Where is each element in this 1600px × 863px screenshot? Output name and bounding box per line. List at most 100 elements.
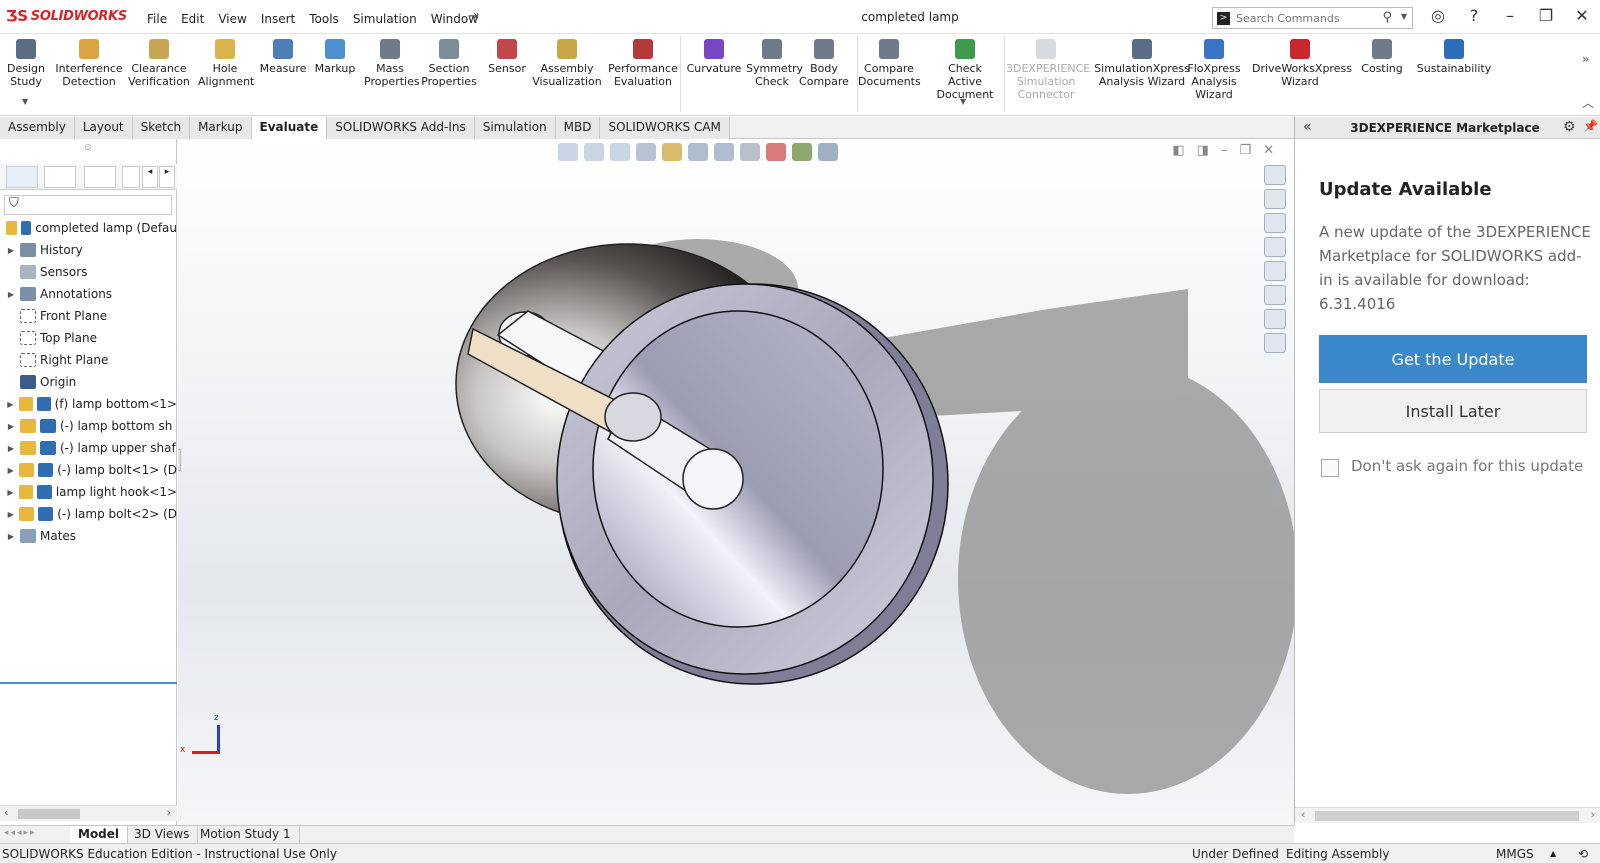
simxpress-button[interactable]: SimulationXpress Analysis Wizard	[1094, 39, 1190, 88]
expand-arrow-icon[interactable]: ▶	[6, 422, 16, 431]
restore-button[interactable]: ❐	[1534, 6, 1558, 25]
clearance-button[interactable]: Clearance Verification	[126, 39, 192, 88]
close-button[interactable]: ✕	[1570, 6, 1594, 25]
expand-arrow-icon[interactable]: ▶	[6, 246, 16, 255]
tab-assembly[interactable]: Assembly	[0, 117, 75, 139]
tree-item[interactable]: Front Plane	[0, 305, 177, 327]
assembly-visualization-button[interactable]: Assembly Visualization	[530, 39, 604, 88]
sustainability-button[interactable]: Sustainability	[1416, 39, 1492, 75]
tab-sketch[interactable]: Sketch	[132, 117, 191, 139]
tree-item[interactable]: ▶ lamp light hook<1>	[0, 481, 177, 503]
tree-item[interactable]: Top Plane	[0, 327, 177, 349]
symmetry-button[interactable]: Symmetry Check	[746, 39, 803, 88]
tree-item[interactable]: Sensors	[0, 261, 177, 283]
design-study-dropdown-icon[interactable]: ▼	[22, 97, 28, 106]
tab-evaluate[interactable]: Evaluate	[251, 117, 328, 139]
collapse-pane-icon[interactable]: «	[1303, 119, 1312, 135]
floxpress-button[interactable]: FloXpress Analysis Wizard	[1186, 39, 1242, 101]
hole-alignment-button[interactable]: Hole Alignment	[198, 39, 254, 88]
get-update-button[interactable]: Get the Update	[1319, 335, 1587, 383]
scroll-right-icon[interactable]: ›	[167, 806, 171, 819]
graphics-area[interactable]: ◧ ◨ – ❐ ✕ z x	[178, 139, 1294, 825]
rebuild-status-icon[interactable]: ⟲	[1578, 847, 1588, 861]
tab-markup[interactable]: Markup	[190, 117, 252, 139]
tab-solidworks-addins[interactable]: SOLIDWORKS Add-Ins	[327, 117, 475, 139]
sensor-button[interactable]: Sensor	[484, 39, 530, 75]
gear-icon[interactable]: ⚙	[1563, 119, 1576, 135]
tab-motion-study-1[interactable]: Motion Study 1	[192, 826, 300, 844]
unit-system-selector[interactable]: MMGS	[1496, 847, 1534, 861]
tab-3d-views[interactable]: 3D Views	[126, 826, 199, 844]
search-commands[interactable]: > ⚲ ▼	[1212, 7, 1413, 29]
pin-menu-icon[interactable]: ⇥	[468, 9, 479, 24]
menu-insert[interactable]: Insert	[254, 9, 302, 29]
menu-tools[interactable]: Tools	[302, 9, 346, 29]
tree-item[interactable]: Right Plane	[0, 349, 177, 371]
search-icon[interactable]: ⚲	[1382, 10, 1392, 25]
solidworks-logo[interactable]: ƷS SOLIDWORKS	[6, 7, 127, 25]
help-icon[interactable]: ?	[1462, 6, 1486, 25]
units-dropdown-icon[interactable]: ▲	[1550, 849, 1556, 858]
ribbon-more-icon[interactable]: »	[1582, 52, 1589, 66]
tree-item[interactable]: ▶ (f) lamp bottom<1>	[0, 393, 177, 415]
property-manager-tab-icon[interactable]	[44, 166, 76, 188]
minimize-button[interactable]: –	[1498, 6, 1522, 25]
user-account-icon[interactable]: ◎	[1426, 6, 1450, 25]
search-dropdown-icon[interactable]: ▼	[1401, 12, 1407, 21]
menu-edit[interactable]: Edit	[174, 9, 211, 29]
expand-arrow-icon[interactable]: ▶	[6, 290, 16, 299]
lamp-model-render[interactable]	[178, 139, 1294, 825]
menu-simulation[interactable]: Simulation	[346, 9, 424, 29]
panel-splitter-handle[interactable]	[178, 449, 181, 471]
menu-view[interactable]: View	[211, 9, 253, 29]
expand-arrow-icon[interactable]: ▶	[6, 532, 16, 541]
tree-item[interactable]: ▶ Mates	[0, 525, 177, 547]
tree-root[interactable]: completed lamp (Defau	[0, 217, 177, 239]
mass-properties-button[interactable]: Mass Properties	[364, 39, 420, 88]
measure-button[interactable]: Measure	[258, 39, 308, 75]
tree-item[interactable]: ▶ Annotations	[0, 283, 177, 305]
expand-arrow-icon[interactable]: ▶	[6, 444, 16, 453]
scroll-right-icon[interactable]: ›	[1591, 808, 1595, 821]
expand-arrow-icon[interactable]: ▶	[6, 488, 15, 497]
expand-arrow-icon[interactable]: ▶	[6, 466, 15, 475]
scroll-thumb[interactable]	[18, 809, 80, 819]
panel-grip-icon[interactable]: ⊙	[84, 143, 92, 153]
tab-scroll-left-icon[interactable]: ◂	[142, 166, 158, 188]
ribbon-collapse-icon[interactable]: ︿	[1582, 94, 1594, 111]
tree-horizontal-scrollbar[interactable]: ‹ ›	[0, 805, 177, 821]
tree-item[interactable]: ▶ (-) lamp bolt<1> (D	[0, 459, 177, 481]
compare-documents-button[interactable]: Compare Documents	[858, 39, 921, 88]
tab-mbd[interactable]: MBD	[555, 117, 601, 139]
expand-arrow-icon[interactable]: ▶	[6, 400, 15, 409]
pin-icon[interactable]: 📌	[1583, 119, 1598, 133]
feature-tree-tab-icon[interactable]	[6, 166, 38, 188]
expand-arrow-icon[interactable]: ▶	[6, 510, 15, 519]
scroll-left-icon[interactable]: ‹	[1301, 808, 1305, 821]
tree-item[interactable]: Origin	[0, 371, 177, 393]
install-later-button[interactable]: Install Later	[1319, 389, 1587, 433]
tree-item[interactable]: ▶ History	[0, 239, 177, 261]
scroll-thumb[interactable]	[1315, 811, 1579, 821]
check-active-dropdown-icon[interactable]: ▼	[960, 97, 966, 106]
check-active-button[interactable]: Check Active Document	[930, 39, 1000, 101]
tab-solidworks-cam[interactable]: SOLIDWORKS CAM	[600, 117, 730, 139]
interference-button[interactable]: Interference Detection	[54, 39, 124, 88]
costing-button[interactable]: Costing	[1356, 39, 1408, 75]
dimxpert-tab-icon[interactable]	[122, 166, 140, 188]
section-properties-button[interactable]: Section Properties	[420, 39, 478, 88]
tab-navigation-arrows-icon[interactable]: ◂◂◂▸▸	[4, 828, 37, 838]
scroll-left-icon[interactable]: ‹	[4, 806, 8, 819]
search-input[interactable]	[1236, 11, 1376, 25]
pane-horizontal-scrollbar[interactable]: ‹ ›	[1295, 807, 1600, 823]
tab-simulation[interactable]: Simulation	[474, 117, 556, 139]
driveworks-button[interactable]: DriveWorksXpress Wizard	[1252, 39, 1352, 88]
tab-scroll-right-icon[interactable]: ▸	[159, 166, 175, 188]
body-compare-button[interactable]: Body Compare	[798, 39, 850, 88]
tab-model[interactable]: Model	[70, 826, 129, 844]
performance-button[interactable]: Performance Evaluation	[608, 39, 678, 88]
curvature-button[interactable]: Curvature	[686, 39, 742, 75]
tree-item[interactable]: ▶ (-) lamp bolt<2> (D	[0, 503, 177, 525]
3dx-connector-button[interactable]: 3DEXPERIENCE Simulation Connector	[1006, 39, 1090, 101]
tree-item[interactable]: ▶ (-) lamp bottom sh	[0, 415, 177, 437]
